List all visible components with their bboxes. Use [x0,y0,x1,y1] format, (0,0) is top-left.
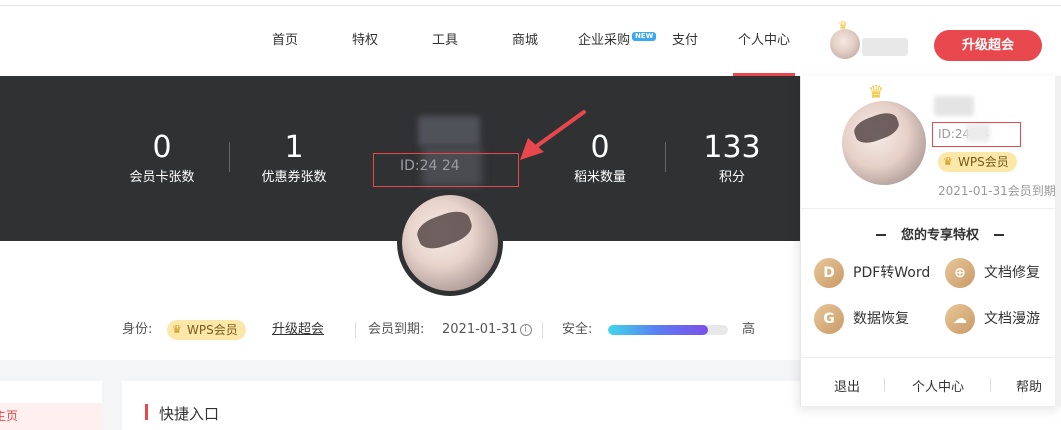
stat-label: 积分 [718,170,745,185]
info-icon[interactable]: i [519,324,532,336]
nav-item-home[interactable]: 首页 [272,6,298,76]
feature-label: 文档漫游 [984,311,1040,327]
profile-avatar[interactable] [397,190,503,296]
wps-member-badge: ♛ WPS会员 [167,320,246,340]
divider [884,378,885,392]
badge-label: WPS会员 [958,155,1009,169]
stat-label: 会员卡张数 [129,170,195,185]
username-redacted [418,116,480,146]
feature-label: 文档修复 [984,265,1040,281]
upgrade-link[interactable]: 升级超会 [272,318,324,342]
cloud-icon: ☁ [945,304,975,334]
crown-icon: ♛ [943,155,953,168]
stat-value: 133 [703,130,761,165]
upgrade-button[interactable]: 升级超会 [934,30,1042,61]
feature-label: 数据恢复 [853,311,909,327]
quick-entry-title: 快捷入口 [159,405,220,423]
panel-edge [1055,76,1061,406]
divider [665,142,666,172]
stat-coupons[interactable]: 1 优惠券张数 [229,130,359,188]
expire-date-value: 2021-01-31 [442,322,518,337]
divider [800,357,1055,358]
nav-item-privileges[interactable]: 特权 [352,6,378,76]
crown-icon: ♛ [868,82,885,103]
identity-label: 身份: [122,322,153,337]
divider [800,208,1055,209]
security-bar [608,325,728,335]
expire-date: 2021-01-31 i [442,318,532,342]
highlight-box [373,153,519,187]
repair-icon: ⊕ [945,258,975,288]
wps-member-badge: ♛ WPS会员 [938,152,1017,172]
nav-item-enterprise[interactable]: 企业采购 [578,6,630,76]
personal-center-link[interactable]: 个人中心 [912,376,964,395]
stat-value: 0 [152,130,172,165]
page: 首页 特权 工具 商城 企业采购 NEW 支付 个人中心 ♛ 升级超会 0 会员… [0,0,1061,430]
security-label: 安全: [562,322,593,337]
security-bar-fill [608,325,708,335]
divider [542,322,543,338]
nav-item-store[interactable]: 商城 [512,6,538,76]
stat-rice[interactable]: 0 稻米数量 [535,130,665,188]
sidebar-item-home[interactable]: 主页 [0,403,102,430]
divider [990,378,991,392]
nav-item-personal-center[interactable]: 个人中心 [732,6,796,76]
stat-label: 稻米数量 [573,170,626,185]
nav-avatar[interactable] [830,29,860,59]
stat-points[interactable]: 133 积分 [667,130,797,188]
quick-entry-card [122,381,822,430]
stat-member-cards[interactable]: 0 会员卡张数 [97,130,227,188]
stat-value: 0 [590,130,610,165]
sidebar: 主页 [0,381,102,430]
new-badge: NEW [632,32,657,41]
logout-link[interactable]: 退出 [834,376,860,395]
section-marker [145,404,148,420]
stat-value: 1 [284,130,304,165]
panel-avatar[interactable] [842,101,926,185]
username-redacted [934,96,974,116]
panel-expire: 2021-01-31会员到期 [938,184,1056,198]
privileges-title: 您的专享特权 [874,224,1006,243]
stats-banner: 0 会员卡张数 1 优惠券张数 ID:24 24 0 稻米数量 133 积分 [0,76,800,241]
help-link[interactable]: 帮助 [1016,376,1042,395]
stat-label: 优惠券张数 [261,170,327,185]
highlight-box [932,122,1021,147]
expire-label: 会员到期: [368,322,425,337]
security-level: 高 [742,322,756,337]
crown-icon: ♛ [172,323,182,336]
username-redacted[interactable] [862,38,908,56]
recover-icon: G [814,304,844,334]
nav-item-payment[interactable]: 支付 [672,6,698,76]
feature-label: PDF转Word [853,265,931,281]
divider [355,322,356,338]
pdf-icon: D [814,258,844,288]
badge-label: WPS会员 [187,323,238,337]
sidebar-item-label: 主页 [0,409,19,423]
nav-item-tools[interactable]: 工具 [432,6,458,76]
